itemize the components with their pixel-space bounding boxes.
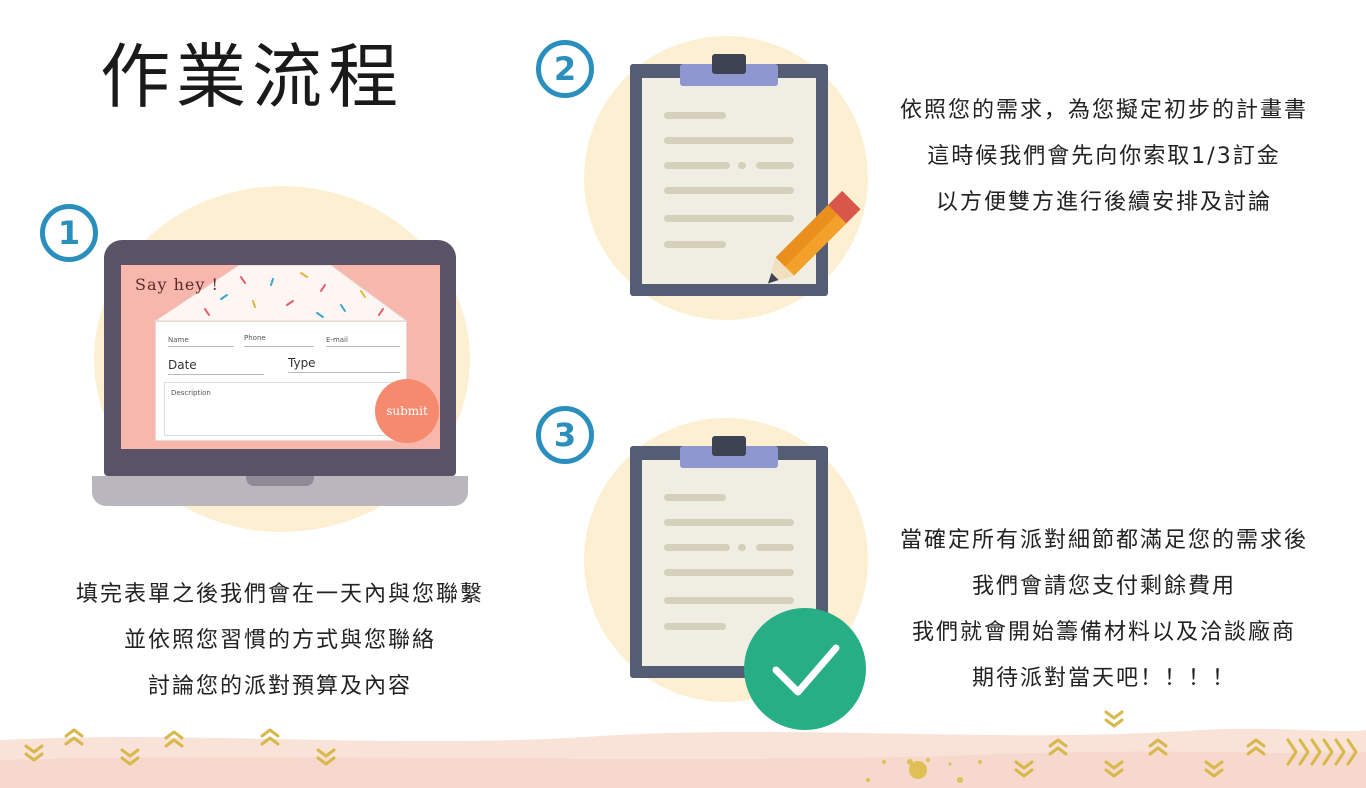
laptop-icon: Say hey ! Name Phone E-mail Date Type De… [92, 240, 468, 506]
phone-field[interactable] [244, 346, 314, 347]
decorative-footer [0, 710, 1366, 788]
clipboard-knob [712, 54, 746, 74]
paper-line [664, 623, 726, 630]
step-2-description: 依照您的需求，為您擬定初步的計畫書 這時候我們會先向你索取1/3訂金 以方便雙方… [874, 88, 1334, 226]
form-card: Name Phone E-mail Date Type Description [155, 321, 407, 441]
step-3-line: 當確定所有派對細節都滿足您的需求後 [899, 528, 1308, 553]
step-1-description: 填完表單之後我們會在一天內與您聯繫 並依照您習慣的方式與您聯絡 討論您的派對預算… [40, 572, 520, 710]
pencil-icon [767, 190, 861, 284]
step-2-line: 以方便雙方進行後續安排及討論 [935, 190, 1272, 215]
description-label: Description [171, 389, 211, 397]
submit-button[interactable]: submit [375, 379, 439, 443]
step-3-description: 當確定所有派對細節都滿足您的需求後 我們會請您支付剩餘費用 我們就會開始籌備材料… [874, 518, 1334, 702]
phone-label: Phone [244, 334, 266, 342]
form-header: Say hey ! [135, 275, 219, 294]
step-1-badge: 1 [40, 204, 98, 262]
description-field[interactable]: Description [164, 382, 398, 436]
paper-line [664, 241, 726, 248]
paper-line [664, 544, 730, 551]
type-label: Type [288, 356, 316, 370]
laptop-notch [246, 476, 314, 486]
email-label: E-mail [326, 336, 348, 344]
name-label: Name [168, 336, 189, 344]
name-field[interactable] [168, 346, 234, 347]
paper-line [738, 544, 746, 551]
date-label: Date [168, 358, 197, 372]
step-3-badge: 3 [536, 406, 594, 464]
step-2-badge: 2 [536, 40, 594, 98]
step-3-line: 我們會請您支付剩餘費用 [971, 574, 1236, 599]
type-field[interactable] [288, 372, 400, 373]
paper-line [664, 494, 726, 501]
paper-line [664, 519, 794, 526]
paper-line [664, 162, 730, 169]
page-title: 作業流程 [100, 36, 404, 118]
paper-line [664, 137, 794, 144]
paper-line [756, 544, 794, 551]
email-field[interactable] [326, 346, 400, 347]
step-1-line: 並依照您習慣的方式與您聯絡 [123, 628, 436, 653]
date-field[interactable] [168, 374, 264, 375]
paper-line [664, 569, 794, 576]
clipboard-knob [712, 436, 746, 456]
paper-line [756, 162, 794, 169]
paper-line [664, 597, 794, 604]
step-2-line: 這時候我們會先向你索取1/3訂金 [927, 144, 1281, 169]
paper-line [664, 112, 726, 119]
step-3-line: 我們就會開始籌備材料以及洽談廠商 [911, 620, 1296, 645]
step-3-line: 期待派對當天吧！！！！ [971, 666, 1236, 691]
step-2-line: 依照您的需求，為您擬定初步的計畫書 [899, 98, 1308, 123]
laptop-screen: Say hey ! Name Phone E-mail Date Type De… [121, 265, 440, 449]
paper-line [738, 162, 746, 169]
step-1-line: 填完表單之後我們會在一天內與您聯繫 [75, 582, 484, 607]
